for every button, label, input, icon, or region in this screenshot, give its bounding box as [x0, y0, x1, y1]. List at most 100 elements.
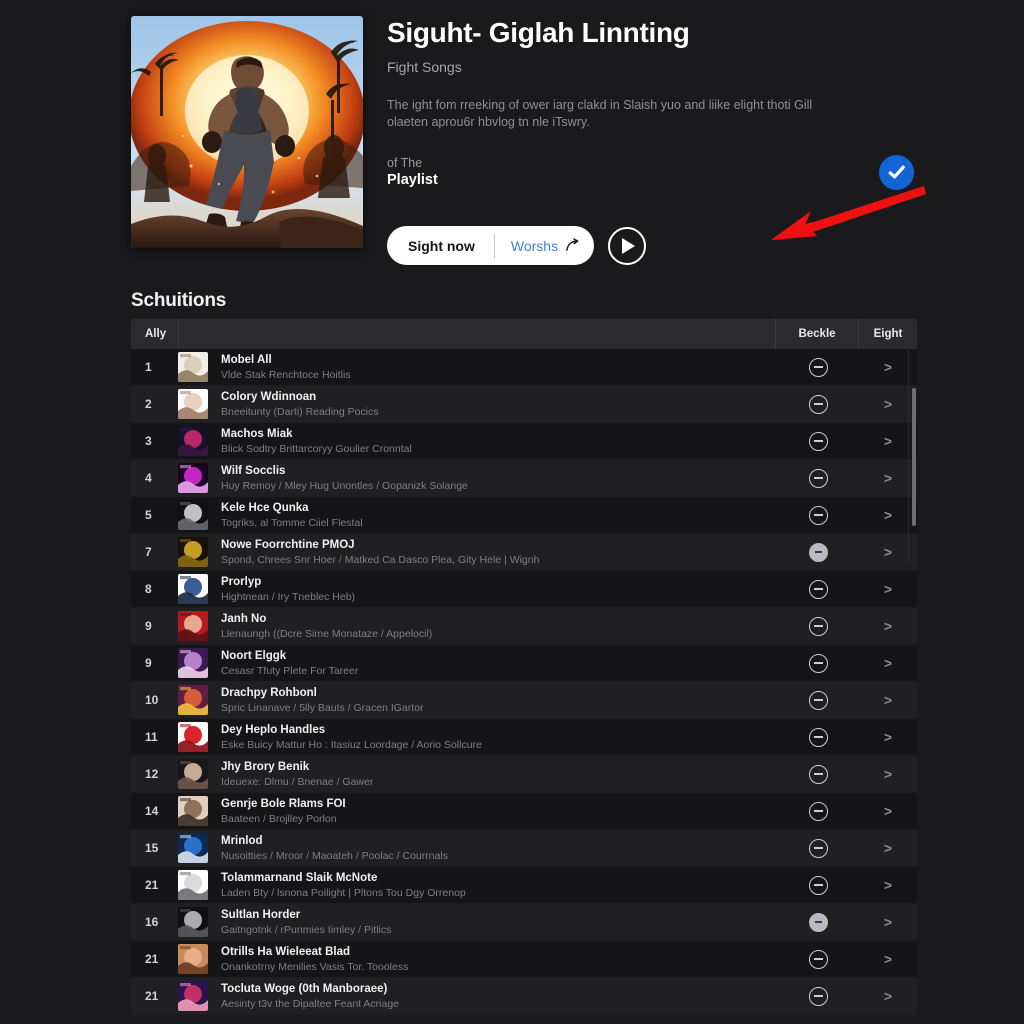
row-rank: 1 [145, 360, 152, 374]
track-title: Janh No [221, 612, 267, 625]
row-rank: 8 [145, 582, 152, 596]
table-row[interactable]: 11 Dey Heplo Handles Eske Buicy Mattur Ho … [131, 719, 917, 756]
table-row[interactable]: 14 Genrje Bole Rlams FOI Baateen / Brojlle… [131, 793, 917, 830]
row-thumbnail [178, 648, 210, 678]
track-title: Genrje Bole Rlams FOI [221, 797, 346, 810]
track-title: Kele Hce Qunka [221, 501, 309, 514]
remove-circle-icon[interactable] [808, 949, 828, 969]
play-button[interactable] [608, 226, 647, 265]
row-meta: Mobel All Vlde Stak Renchtoce Hoitlis [221, 353, 777, 382]
remove-circle-icon[interactable] [808, 653, 828, 673]
row-chevron-icon[interactable]: > [859, 692, 917, 708]
row-chevron-icon[interactable]: > [859, 655, 917, 671]
table-row[interactable]: 2 Colory Wdinnoan Bneeitunty (Darti) Readi… [131, 386, 917, 423]
remove-circle-icon[interactable] [808, 875, 828, 895]
owner-name: Playlist [387, 172, 438, 188]
row-action-cell [777, 653, 859, 673]
track-title: Jhy Brory Benik [221, 760, 310, 773]
remove-circle-icon[interactable] [808, 357, 828, 377]
playlist-info: Siguht- Giglah Linnting Fight Songs The … [387, 16, 917, 188]
remove-circle-icon[interactable] [808, 431, 828, 451]
table-row[interactable]: 16 Sultlan Horder Gaitngotnk / rPunmies Ii… [131, 904, 917, 941]
row-chevron-icon[interactable]: > [859, 803, 917, 819]
row-chevron-icon[interactable]: > [859, 581, 917, 597]
remove-circle-icon[interactable] [808, 394, 828, 414]
worshs-share-button[interactable]: Worshs [495, 226, 594, 265]
remove-circle-icon[interactable] [808, 764, 828, 784]
track-subtitle: Blick Sodtry Brittarcoryy Goulier Cronnt… [221, 442, 412, 455]
remove-circle-icon[interactable] [808, 801, 828, 821]
track-title: Tolammarnand Slaik McNote [221, 871, 378, 884]
table-row[interactable]: 8 Prorlyp Hightnean / Iry Tneblec Heb) > [131, 571, 917, 608]
playlist-page: Siguht- Giglah Linnting Fight Songs The … [0, 0, 1024, 1024]
remove-circle-icon[interactable] [808, 690, 828, 710]
table-row[interactable]: 9 Noort Elggk Cesasr Tfuty Plete For Taree… [131, 645, 917, 682]
playlist-cover-art [131, 16, 363, 248]
row-thumbnail [178, 981, 210, 1011]
row-meta: Tocluta Woge (0th Manboraee) Aesinty t3v … [221, 982, 777, 1011]
table-row[interactable]: 12 Jhy Brory Benik Ideuexe: Dlmu / Bnenae … [131, 756, 917, 793]
track-title: Noort Elggk [221, 649, 287, 662]
row-meta: Janh No Llenaungh ((Dcre Sime Monataze / … [221, 612, 777, 641]
row-chevron-icon[interactable]: > [859, 729, 917, 745]
sight-now-button[interactable]: Sight now [387, 226, 494, 265]
row-action-cell [777, 986, 859, 1006]
table-row[interactable]: 9 Janh No Llenaungh ((Dcre Sime Monataze /… [131, 608, 917, 645]
track-title: Wilf Socclis [221, 464, 286, 477]
row-thumbnail [178, 500, 210, 530]
table-header-row: Ally Beckle Eight [131, 319, 917, 349]
verified-check-icon [879, 155, 914, 190]
table-row[interactable]: 5 Kele Hce Qunka Togriks, al Tomme Ciiel F… [131, 497, 917, 534]
row-thumbnail [178, 352, 210, 382]
tracks-table: Ally Beckle Eight 1 Mobel All Vlde Stak Re… [131, 319, 917, 1015]
row-meta: Otrills Ha Wieleeat Blad Onankotrny Menil… [221, 945, 777, 974]
remove-circle-filled-icon[interactable] [808, 912, 828, 932]
remove-circle-icon[interactable] [808, 838, 828, 858]
table-row[interactable]: 4 Wilf Socclis Huy Remoy / Mley Hug Unontl… [131, 460, 917, 497]
remove-circle-icon[interactable] [808, 616, 828, 636]
table-row[interactable]: 10 Drachpy Rohbonl Spric Linanave / 5lly B… [131, 682, 917, 719]
remove-circle-icon[interactable] [808, 579, 828, 599]
remove-circle-icon[interactable] [808, 986, 828, 1006]
table-row[interactable]: 21 Otrills Ha Wieleeat Blad Onankotrny Men… [131, 941, 917, 978]
track-subtitle: Cesasr Tfuty Plete For Tareer [221, 664, 359, 677]
row-action-cell [777, 690, 859, 710]
row-chevron-icon[interactable]: > [859, 877, 917, 893]
row-action-cell [777, 431, 859, 451]
worshs-label: Worshs [510, 237, 559, 254]
table-row[interactable]: 3 Machos Miak Blick Sodtry Brittarcoryy Go… [131, 423, 917, 460]
table-row[interactable]: 1 Mobel All Vlde Stak Renchtoce Hoitlis > [131, 349, 917, 386]
remove-circle-icon[interactable] [808, 505, 828, 525]
vertical-scrollbar[interactable] [912, 388, 916, 526]
row-meta: Dey Heplo Handles Eske Buicy Mattur Ho : … [221, 723, 777, 752]
table-row[interactable]: 21 Tocluta Woge (0th Manboraee) Aesinty t3… [131, 978, 917, 1015]
track-subtitle: Togriks, al Tomme Ciiel Flestal [221, 516, 363, 529]
row-action-cell [777, 616, 859, 636]
remove-circle-icon[interactable] [808, 727, 828, 747]
row-chevron-icon[interactable]: > [859, 618, 917, 634]
track-subtitle: Laden Bty / lsnona Poilight | Pltons Tou… [221, 886, 466, 899]
table-row[interactable]: 7 Nowe Foorrchtine PMOJ Spond, Chrees Snr … [131, 534, 917, 571]
remove-circle-icon[interactable] [808, 468, 828, 488]
row-chevron-icon[interactable]: > [859, 840, 917, 856]
table-row[interactable]: 21 Tolammarnand Slaik McNote Laden Bty / l… [131, 867, 917, 904]
row-action-cell [777, 468, 859, 488]
row-meta: Colory Wdinnoan Bneeitunty (Darti) Readin… [221, 390, 777, 419]
table-row[interactable]: 15 Mrinlod Nusoitties / Mroor / Maoateh / … [131, 830, 917, 867]
row-thumbnail [178, 574, 210, 604]
row-rank: 11 [145, 730, 158, 744]
row-action-cell [777, 838, 859, 858]
row-rank: 21 [145, 989, 159, 1003]
row-chevron-icon[interactable]: > [859, 988, 917, 1004]
remove-circle-filled-icon[interactable] [808, 542, 828, 562]
track-title: Tocluta Woge (0th Manboraee) [221, 982, 388, 995]
row-rank: 2 [145, 397, 152, 411]
row-rank: 15 [145, 841, 159, 855]
row-rank: 3 [145, 434, 152, 448]
row-action-cell [777, 801, 859, 821]
row-thumbnail [178, 907, 210, 937]
row-action-cell [777, 505, 859, 525]
row-chevron-icon[interactable]: > [859, 951, 917, 967]
row-chevron-icon[interactable]: > [859, 766, 917, 782]
row-chevron-icon[interactable]: > [859, 914, 917, 930]
